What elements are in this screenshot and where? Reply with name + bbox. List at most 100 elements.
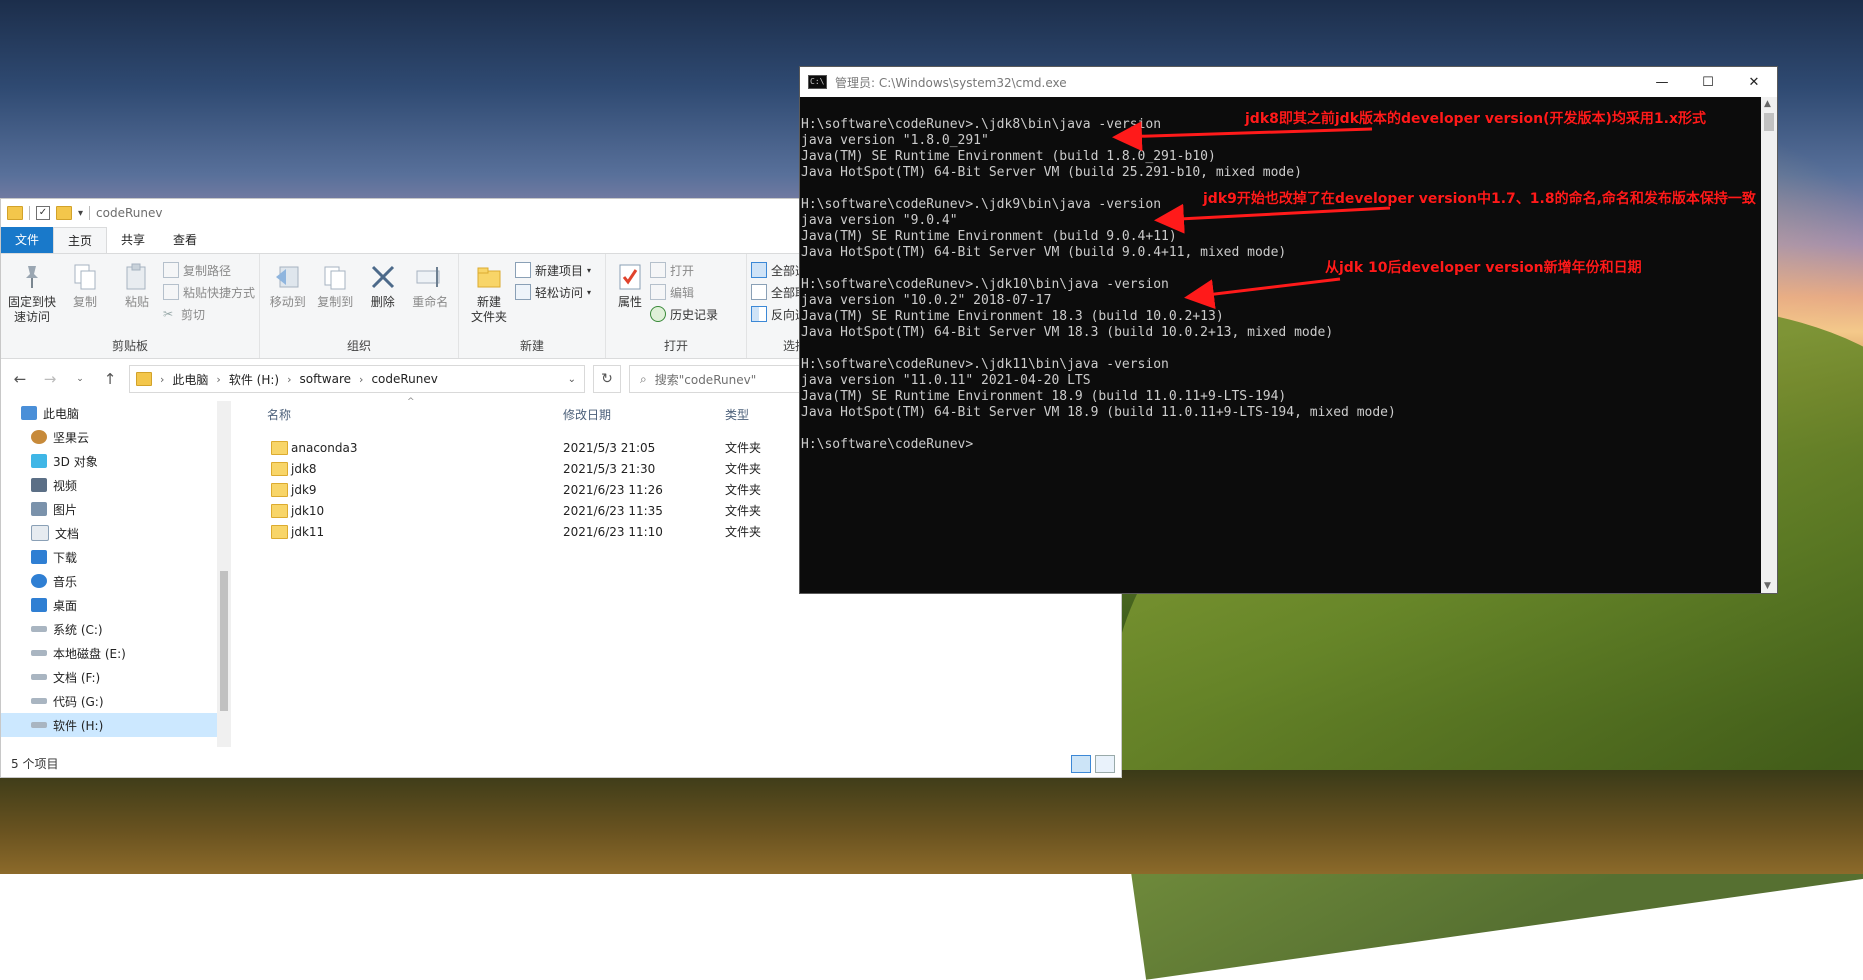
paste-shortcut-button[interactable]: 粘贴快捷方式 bbox=[163, 282, 255, 302]
chevron-down-icon: ▾ bbox=[587, 287, 592, 297]
annotation-jdk8: jdk8即其之前jdk版本的developer version(开发版本)均采用… bbox=[1245, 111, 1706, 127]
nav-label: 3D 对象 bbox=[53, 454, 98, 469]
breadcrumb-drive-h[interactable]: 软件 (H:) bbox=[229, 371, 279, 388]
maximize-icon[interactable]: ☐ bbox=[1685, 67, 1731, 97]
copy-to-icon bbox=[320, 262, 350, 292]
file-date: 2021/5/3 21:05 bbox=[563, 440, 656, 455]
tab-view[interactable]: 查看 bbox=[159, 227, 211, 253]
chevron-down-icon[interactable]: ⌄ bbox=[568, 374, 576, 385]
up-arrow-icon[interactable]: ↑ bbox=[99, 370, 121, 388]
column-type[interactable]: 类型 bbox=[725, 406, 749, 423]
recent-locations-icon[interactable]: ⌄ bbox=[69, 374, 91, 384]
cube-3d-icon bbox=[31, 454, 47, 468]
open-button[interactable]: 打开 bbox=[650, 260, 718, 280]
cut-button[interactable]: ✂ 剪切 bbox=[163, 304, 255, 324]
customize-quick-access-icon[interactable]: ▾ bbox=[78, 208, 83, 219]
edit-icon bbox=[650, 284, 666, 300]
console-output[interactable]: H:\software\codeRunev>.\jdk8\bin\java -v… bbox=[801, 101, 1761, 453]
nav-downloads[interactable]: 下载 bbox=[1, 545, 231, 569]
open-group: 属性 打开 编辑 历史记录 打开 bbox=[606, 254, 747, 358]
new-folder-icon bbox=[474, 262, 504, 292]
folder-icon bbox=[136, 372, 152, 386]
easy-access-button[interactable]: 轻松访问 ▾ bbox=[515, 282, 591, 302]
paste-shortcut-icon bbox=[163, 284, 179, 300]
file-date: 2021/6/23 11:10 bbox=[563, 524, 663, 539]
cmd-scrollbar-thumb[interactable] bbox=[1764, 113, 1774, 131]
nav-label: 代码 (G:) bbox=[53, 694, 104, 709]
new-item-button[interactable]: 新建项目 ▾ bbox=[515, 260, 591, 280]
separator bbox=[89, 206, 91, 220]
paste-shortcut-label: 粘贴快捷方式 bbox=[183, 285, 256, 300]
properties-icon[interactable]: ✓ bbox=[36, 206, 50, 220]
nav-label: 桌面 bbox=[53, 598, 78, 613]
nav-drive-c[interactable]: 系统 (C:) bbox=[1, 617, 231, 641]
nav-drive-h[interactable]: 软件 (H:) bbox=[1, 713, 231, 737]
column-date-modified[interactable]: 修改日期 bbox=[563, 406, 611, 423]
breadcrumb-this-pc[interactable]: 此电脑 bbox=[172, 371, 208, 388]
file-type: 文件夹 bbox=[725, 504, 762, 518]
nav-3d-objects[interactable]: 3D 对象 bbox=[1, 449, 231, 473]
console-line: Java(TM) SE Runtime Environment (build 1… bbox=[801, 149, 1216, 164]
tab-share[interactable]: 共享 bbox=[107, 227, 159, 253]
refresh-icon[interactable]: ↻ bbox=[593, 365, 621, 393]
file-type: 文件夹 bbox=[725, 441, 762, 455]
console-line: Java HotSpot(TM) 64-Bit Server VM 18.9 (… bbox=[801, 405, 1396, 420]
tab-file[interactable]: 文件 bbox=[1, 227, 54, 253]
nav-label: 文档 bbox=[55, 526, 80, 541]
nav-desktop[interactable]: 桌面 bbox=[1, 593, 231, 617]
console-line: java version "11.0.11" 2021-04-20 LTS bbox=[801, 373, 1091, 388]
scroll-up-icon[interactable]: ▲ bbox=[1764, 99, 1771, 109]
copy-to-label: 复制到 bbox=[317, 295, 354, 309]
column-name[interactable]: 名称 bbox=[267, 406, 291, 423]
search-placeholder: 搜索"codeRunev" bbox=[654, 372, 757, 387]
breadcrumb-coderunev[interactable]: codeRunev bbox=[371, 372, 437, 386]
console-line: Java HotSpot(TM) 64-Bit Server VM 18.3 (… bbox=[801, 325, 1334, 340]
nav-drive-f[interactable]: 文档 (F:) bbox=[1, 665, 231, 689]
nav-documents[interactable]: 文档 bbox=[1, 521, 231, 545]
folder-icon bbox=[271, 524, 288, 539]
forward-arrow-icon[interactable]: → bbox=[39, 370, 61, 388]
console-line: Java HotSpot(TM) 64-Bit Server VM (build… bbox=[801, 165, 1302, 180]
nav-label: 此电脑 bbox=[43, 406, 80, 421]
file-date: 2021/6/23 11:35 bbox=[563, 503, 663, 518]
file-name: jdk11 bbox=[291, 524, 325, 539]
nav-videos[interactable]: 视频 bbox=[1, 473, 231, 497]
cmd-titlebar: C:\ 管理员: C:\Windows\system32\cmd.exe — ☐… bbox=[800, 67, 1777, 97]
minimize-icon[interactable]: — bbox=[1639, 67, 1685, 97]
rename-label: 重命名 bbox=[412, 295, 449, 309]
nav-drive-g[interactable]: 代码 (G:) bbox=[1, 689, 231, 713]
nav-scrollbar-thumb[interactable] bbox=[220, 571, 228, 711]
delete-x-icon bbox=[368, 262, 398, 292]
folder-icon bbox=[271, 482, 288, 497]
back-arrow-icon[interactable]: ← bbox=[9, 370, 31, 388]
copy-icon bbox=[70, 262, 100, 292]
breadcrumb-software[interactable]: software bbox=[299, 372, 351, 386]
details-view-icon[interactable] bbox=[1071, 755, 1091, 773]
cut-label: 剪切 bbox=[181, 307, 206, 322]
scroll-down-icon[interactable]: ▼ bbox=[1764, 581, 1771, 591]
tab-home[interactable]: 主页 bbox=[53, 227, 108, 253]
nav-this-pc[interactable]: 此电脑 bbox=[1, 401, 231, 425]
nav-scrollbar[interactable] bbox=[217, 401, 231, 747]
pin-label: 固定到快 速访问 bbox=[7, 295, 56, 324]
invert-selection-icon bbox=[751, 306, 767, 322]
file-name: anaconda3 bbox=[291, 440, 358, 455]
nav-pictures[interactable]: 图片 bbox=[1, 497, 231, 521]
nav-jianguoyun[interactable]: 坚果云 bbox=[1, 425, 231, 449]
cmd-scrollbar[interactable]: ▲ ▼ bbox=[1761, 97, 1777, 593]
history-button[interactable]: 历史记录 bbox=[650, 304, 718, 324]
navigation-pane: 此电脑 坚果云 3D 对象 视频 图片 文档 下载 音乐 桌面 系统 (C:) … bbox=[1, 401, 231, 747]
close-icon[interactable]: ✕ bbox=[1731, 67, 1777, 97]
search-icon: ⌕ bbox=[640, 371, 647, 386]
copy-path-button[interactable]: 复制路径 bbox=[163, 260, 255, 280]
file-date: 2021/6/23 11:26 bbox=[563, 482, 663, 497]
large-icons-view-icon[interactable] bbox=[1095, 755, 1115, 773]
nav-music[interactable]: 音乐 bbox=[1, 569, 231, 593]
document-icon bbox=[31, 525, 49, 541]
drive-icon bbox=[31, 674, 47, 680]
edit-button[interactable]: 编辑 bbox=[650, 282, 718, 302]
new-folder-icon[interactable] bbox=[56, 206, 72, 220]
nav-drive-e[interactable]: 本地磁盘 (E:) bbox=[1, 641, 231, 665]
address-field[interactable]: › 此电脑 › 软件 (H:) › software › codeRunev ⌄ bbox=[129, 365, 585, 393]
